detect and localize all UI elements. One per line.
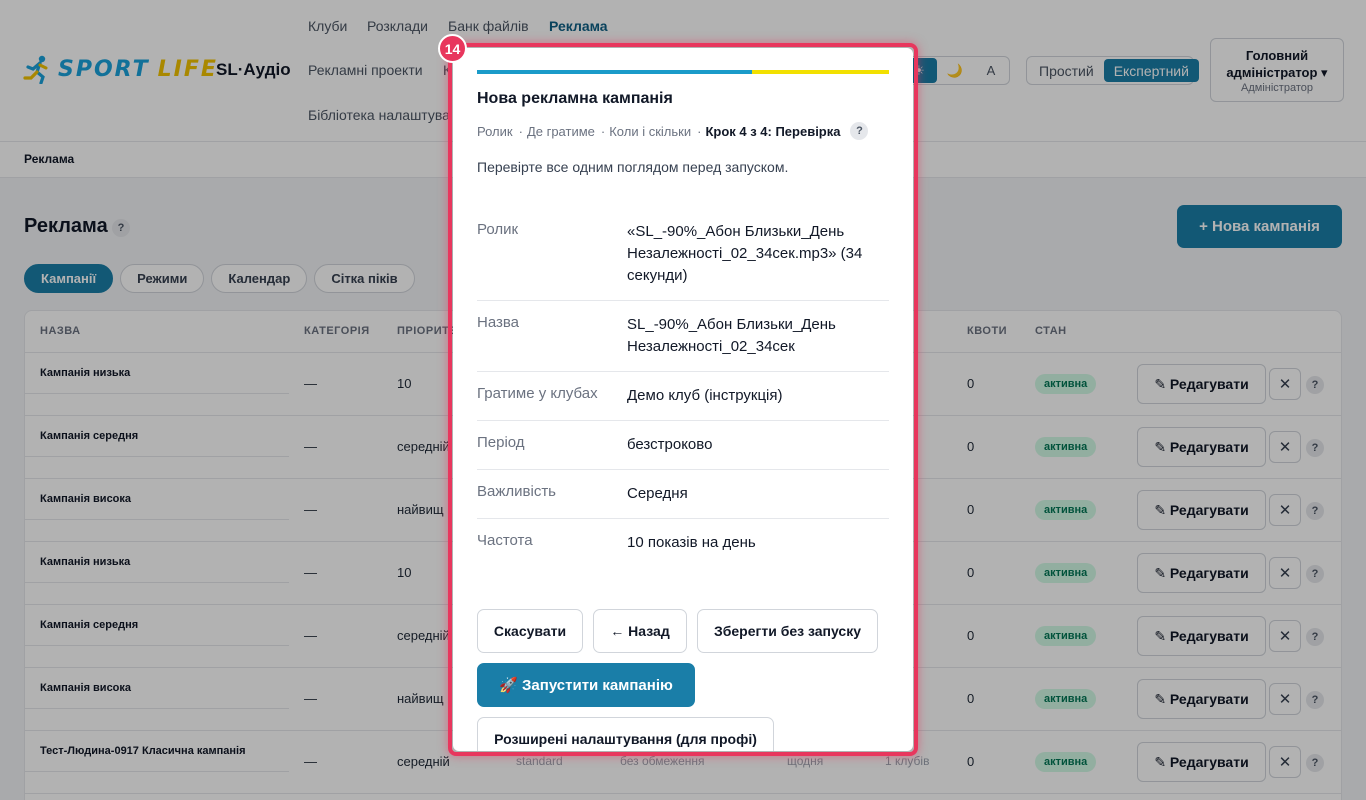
- advanced-settings-button[interactable]: Розширені налаштування (для профі): [477, 717, 774, 751]
- step-separator: ·: [518, 123, 523, 139]
- review-row-importance: Важливість Середня: [477, 470, 889, 519]
- review-value: Середня: [627, 485, 688, 502]
- review-label: Частота: [477, 532, 533, 549]
- review-row-name: Назва SL_-90%_Абон Близьки_День Незалежн…: [477, 301, 889, 372]
- review-label: Ролик: [477, 221, 519, 238]
- help-icon[interactable]: ?: [850, 122, 869, 140]
- review-value: SL_-90%_Абон Близьки_День Незалежності_0…: [627, 316, 836, 355]
- step-separator: ·: [697, 123, 702, 139]
- modal-intro: Перевірте все одним поглядом перед запус…: [477, 159, 789, 175]
- review-label: Назва: [477, 314, 520, 331]
- modal-title: Нова рекламна кампанія: [477, 90, 673, 107]
- review-row-frequency: Частота 10 показів на день: [477, 519, 889, 567]
- review-label: Гратиме у клубах: [477, 385, 598, 402]
- review-value: «SL_-90%_Абон Близьки_День Незалежності_…: [627, 223, 863, 284]
- launch-campaign-button[interactable]: 🚀 Запустити кампанію: [477, 663, 695, 707]
- review-row-clip: Ролик «SL_-90%_Абон Близьки_День Незалеж…: [477, 208, 889, 301]
- step-separator: ·: [600, 123, 606, 139]
- wizard-steps: Ролик · Де гратиме · Коли і скільки · Кр…: [477, 122, 869, 140]
- review-label: Період: [477, 434, 525, 451]
- step-where[interactable]: Де гратиме: [527, 124, 595, 139]
- review-row-period: Період безстроково: [477, 421, 889, 470]
- review-value: Демо клуб (інструкція): [627, 387, 783, 404]
- step-clip[interactable]: Ролик: [477, 124, 513, 139]
- progress-remaining: [751, 70, 889, 74]
- review-label: Важливість: [477, 483, 556, 500]
- cancel-button[interactable]: Скасувати: [477, 609, 583, 653]
- review-row-clubs: Гратиме у клубах Демо клуб (інструкція): [477, 372, 889, 421]
- new-campaign-modal: Нова рекламна кампанія Ролик · Де гратим…: [453, 48, 913, 751]
- step-when[interactable]: Коли і скільки: [609, 124, 691, 139]
- review-value: безстроково: [627, 436, 713, 453]
- step-number-badge: 14: [438, 34, 467, 63]
- review-list: Ролик «SL_-90%_Абон Близьки_День Незалеж…: [477, 208, 889, 567]
- progress-fill: [477, 70, 752, 74]
- step-current: Крок 4 з 4: Перевірка: [705, 123, 841, 139]
- review-value: 10 показів на день: [627, 534, 756, 551]
- wizard-progress: [477, 70, 889, 74]
- save-without-launch-button[interactable]: Зберегти без запуску: [697, 609, 878, 653]
- back-button[interactable]: ← Назад: [593, 609, 687, 653]
